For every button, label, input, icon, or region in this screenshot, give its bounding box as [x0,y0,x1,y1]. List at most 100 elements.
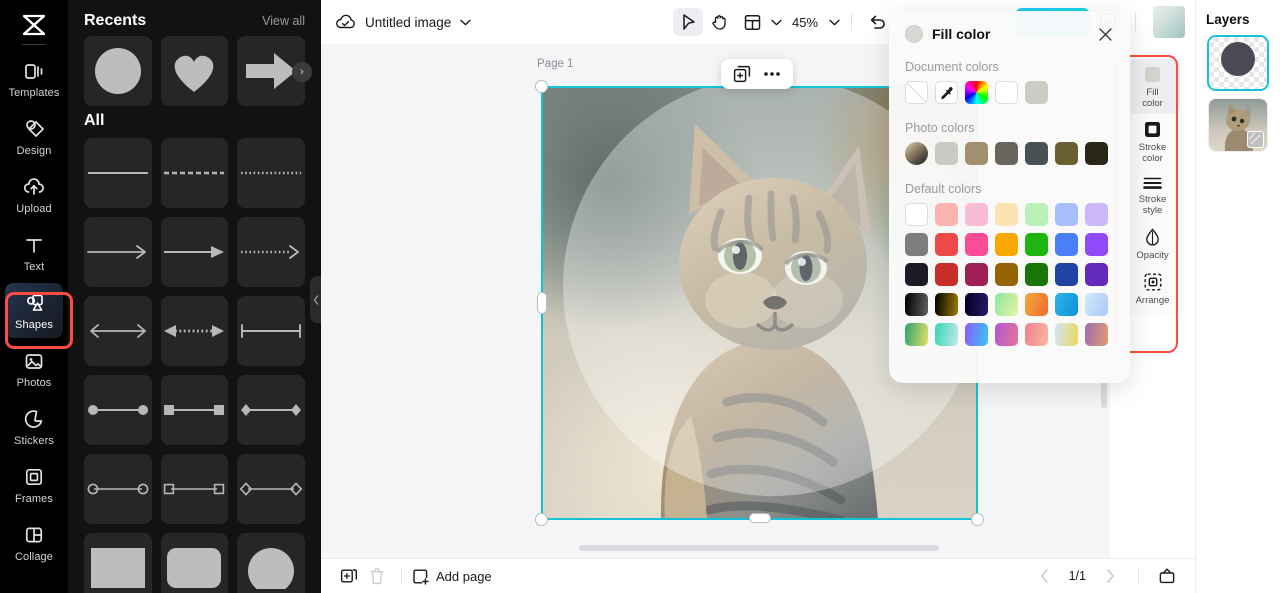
shape-tile-line-diamond-outline[interactable] [237,454,305,524]
view-all-link[interactable]: View all [262,14,305,28]
photo-thumbnail-swatch[interactable] [905,142,928,165]
color-wheel-swatch[interactable] [965,81,988,104]
default-color-swatch[interactable] [1085,203,1108,226]
property-stroke-style[interactable]: Stroke style [1126,169,1180,221]
default-color-swatch[interactable] [935,263,958,286]
shape-tile-circle[interactable] [84,36,152,106]
default-gradient-swatch[interactable] [965,293,988,316]
default-color-swatch[interactable] [1085,263,1108,286]
shape-tile-line-square-square[interactable] [160,375,229,445]
document-name[interactable]: Untitled image [365,15,451,30]
chevron-down-icon[interactable] [460,19,471,26]
default-color-swatch[interactable] [1025,203,1048,226]
photo-color-swatch[interactable] [935,142,958,165]
default-color-swatch[interactable] [995,233,1018,256]
photo-color-swatch[interactable] [995,142,1018,165]
shape-tile-arrow-double-headed[interactable] [84,296,152,366]
photo-color-swatch[interactable] [1025,142,1048,165]
capcut-logo[interactable] [17,10,51,40]
default-gradient-swatch[interactable] [935,293,958,316]
property-fill-color[interactable]: Fill color [1125,59,1180,114]
sidebar-item-collage[interactable]: Collage [5,515,63,570]
shape-tile-arrow-solid-right[interactable] [160,217,229,287]
layout-chevron-icon[interactable] [771,19,782,26]
default-color-swatch[interactable] [995,263,1018,286]
add-page-button[interactable]: Add page [412,568,492,585]
default-color-swatch[interactable] [905,203,928,226]
shape-tile-heart[interactable] [160,36,229,106]
sidebar-item-text[interactable]: Text [5,225,63,280]
shape-tile-line-square-outline[interactable] [160,454,229,524]
zoom-level-value[interactable]: 45% [784,15,821,30]
carousel-next-icon[interactable]: › [292,62,312,82]
canvas-horizontal-scrollbar[interactable] [579,545,939,551]
shape-tile-line-diamond-diamond[interactable] [237,375,305,445]
avatar[interactable] [1153,6,1185,38]
sidebar-item-shapes[interactable]: Shapes [5,283,63,338]
default-gradient-swatch[interactable] [1025,293,1048,316]
chevron-left-icon[interactable] [1031,564,1059,588]
photo-color-swatch[interactable] [1055,142,1078,165]
default-color-swatch[interactable] [965,233,988,256]
select-tool-button[interactable] [673,8,703,36]
shape-tile-rounded-rectangle[interactable] [160,533,229,593]
default-color-swatch[interactable] [965,263,988,286]
shape-tile-line-solid[interactable] [84,138,152,208]
default-color-swatch[interactable] [965,203,988,226]
grey-swatch[interactable] [1025,81,1048,104]
property-stroke-color[interactable]: Stroke color [1126,114,1180,169]
zoom-chevron-icon[interactable] [829,19,840,26]
default-gradient-swatch[interactable] [1025,323,1048,346]
sidebar-item-templates[interactable]: Templates [5,51,63,106]
default-gradient-swatch[interactable] [1055,293,1078,316]
default-gradient-swatch[interactable] [905,323,928,346]
sidebar-item-frames[interactable]: Frames [5,457,63,512]
shape-tile-circle-filled[interactable] [237,533,305,593]
default-gradient-swatch[interactable] [1085,323,1108,346]
default-gradient-swatch[interactable] [995,323,1018,346]
delete-page-icon[interactable] [363,564,391,588]
default-color-swatch[interactable] [1055,263,1078,286]
photo-color-swatch[interactable] [1085,142,1108,165]
default-color-swatch[interactable] [1055,233,1078,256]
hand-tool-button[interactable] [705,8,735,36]
default-gradient-swatch[interactable] [965,323,988,346]
panel-collapse-handle[interactable] [310,276,321,323]
ellipsis-icon[interactable] [759,62,785,86]
no-color-swatch[interactable] [905,81,928,104]
shape-tile-line-circle-outline[interactable] [84,454,152,524]
white-swatch[interactable] [995,81,1018,104]
default-color-swatch[interactable] [1025,233,1048,256]
shape-tile-line-dot-dot[interactable] [84,375,152,445]
default-color-swatch[interactable] [905,233,928,256]
duplicate-page-icon[interactable] [335,564,363,588]
default-gradient-swatch[interactable] [905,293,928,316]
default-color-swatch[interactable] [995,203,1018,226]
default-color-swatch[interactable] [905,263,928,286]
eyedropper-swatch[interactable] [935,81,958,104]
close-icon[interactable] [1096,25,1114,43]
property-opacity[interactable]: Opacity [1126,221,1180,266]
default-color-swatch[interactable] [1085,233,1108,256]
sidebar-item-design[interactable]: Design [5,109,63,164]
layer-item-shape[interactable] [1209,37,1267,89]
shape-tile-arrow-dotted-double[interactable] [160,296,229,366]
shape-tile-line-dotted[interactable] [237,138,305,208]
layer-item-photo[interactable] [1209,99,1267,151]
default-color-swatch[interactable] [935,203,958,226]
layout-tool-button[interactable] [737,8,767,36]
document-title-group[interactable]: Untitled image [335,13,471,31]
shape-tile-arrow-thin-right[interactable] [84,217,152,287]
present-icon[interactable] [1153,564,1181,588]
chevron-right-icon[interactable] [1096,564,1124,588]
default-gradient-swatch[interactable] [1085,293,1108,316]
default-gradient-swatch[interactable] [935,323,958,346]
sidebar-item-upload[interactable]: Upload [5,167,63,222]
sidebar-item-photos[interactable]: Photos [5,341,63,396]
shape-tile-arrow-dotted-right[interactable] [237,217,305,287]
default-gradient-swatch[interactable] [995,293,1018,316]
default-color-swatch[interactable] [1055,203,1078,226]
sidebar-item-stickers[interactable]: Stickers [5,399,63,454]
photo-color-swatch[interactable] [965,142,988,165]
default-color-swatch[interactable] [1025,263,1048,286]
